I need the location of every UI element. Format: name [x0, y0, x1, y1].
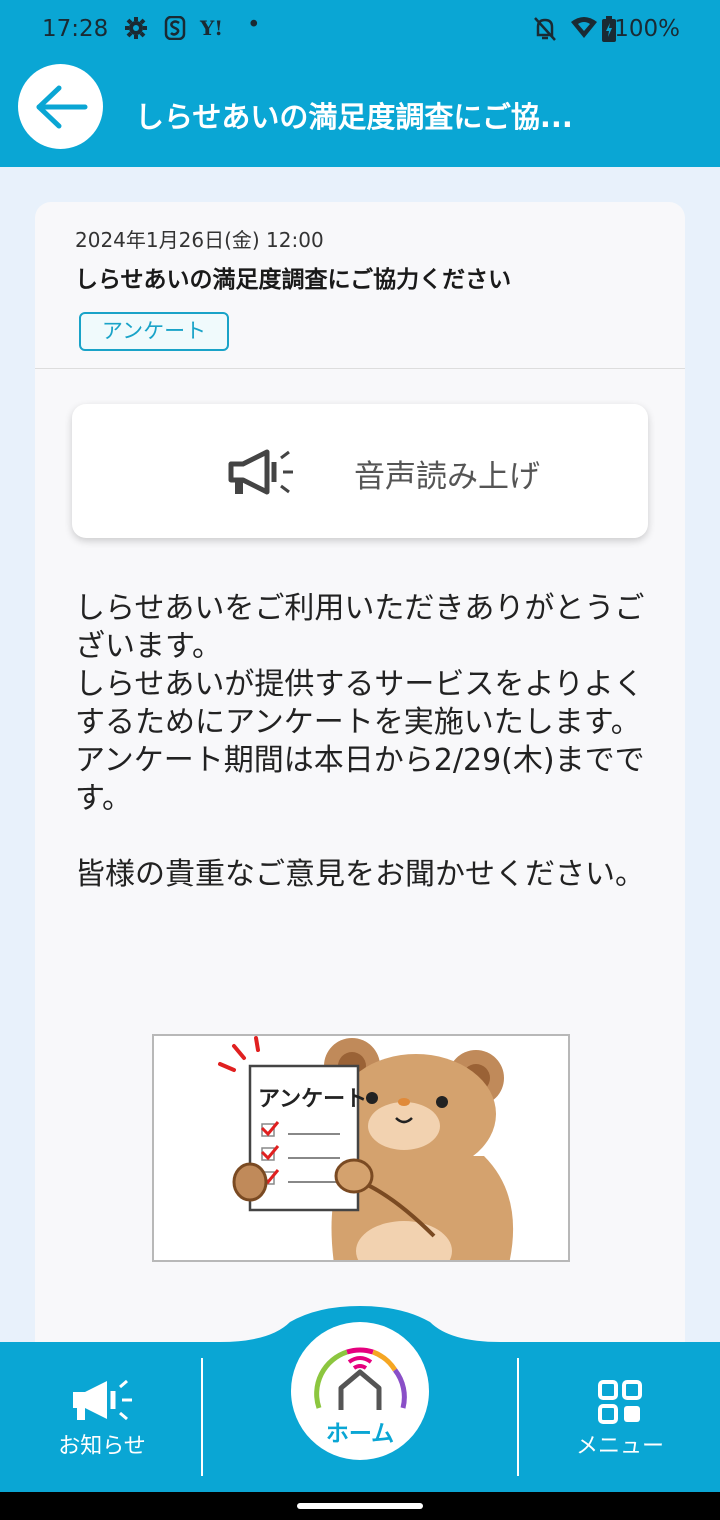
gear-icon	[124, 16, 148, 46]
arrow-left-icon	[36, 85, 87, 128]
status-time: 17:28	[42, 16, 109, 42]
survey-bear-illustration: アンケート	[152, 1034, 570, 1262]
page-title: しらせあいの満足度調査にご協...	[135, 100, 573, 134]
app-bar: しらせあいの満足度調査にご協...	[0, 60, 720, 167]
bell-off-icon	[533, 16, 557, 48]
nav-menu[interactable]: メニュー	[560, 1380, 680, 1460]
nav-menu-label: メニュー	[575, 1434, 664, 1459]
nav-separator	[517, 1358, 519, 1476]
s-app-icon	[164, 15, 186, 46]
back-button[interactable]	[18, 64, 103, 149]
gesture-handle[interactable]	[297, 1503, 423, 1509]
nav-home-button[interactable]: ホーム	[291, 1322, 429, 1460]
notice-date: 2024年1月26日(金) 12:00	[75, 228, 324, 252]
status-bar: 17:28 Y! • 100%	[0, 0, 720, 60]
category-tag: アンケート	[79, 312, 229, 351]
nav-notices[interactable]: お知らせ	[40, 1378, 164, 1460]
notice-body: しらせあいをご利用いただきありがとうございます。 しらせあいが提供するサービスを…	[75, 590, 665, 894]
gesture-bar	[0, 1492, 720, 1520]
nav-home-label: ホーム	[325, 1421, 395, 1447]
dot-icon: •	[247, 12, 261, 38]
notice-title: しらせあいの満足度調査にご協力ください	[75, 267, 512, 293]
notice-card: 2024年1月26日(金) 12:00 しらせあいの満足度調査にご協力ください …	[35, 202, 685, 1402]
battery-percent: 100%	[614, 16, 680, 42]
megaphone-icon	[227, 448, 297, 500]
body-paragraph: アンケート期間は本日から2/29(木)までです。	[75, 743, 645, 816]
body-paragraph: 皆様の貴重なご意見をお聞かせください。	[75, 857, 645, 892]
megaphone-icon	[73, 1379, 132, 1421]
body-paragraph: しらせあいをご利用いただきありがとうございます。	[75, 591, 645, 664]
nav-notices-label: お知らせ	[58, 1434, 146, 1459]
read-aloud-button[interactable]: 音声読み上げ	[72, 404, 648, 538]
nav-separator	[201, 1358, 203, 1476]
divider	[35, 368, 685, 369]
read-aloud-label: 音声読み上げ	[354, 459, 540, 495]
survey-sheet-title: アンケート	[258, 1086, 367, 1111]
yahoo-icon: Y!	[200, 16, 224, 40]
bottom-navigation: お知らせ ホーム メニュー	[0, 1300, 720, 1492]
grid-menu-icon	[598, 1380, 642, 1424]
wifi-icon	[570, 16, 598, 46]
body-paragraph: しらせあいが提供するサービスをよりよくするためにアンケートを実施いたします。	[75, 667, 644, 740]
